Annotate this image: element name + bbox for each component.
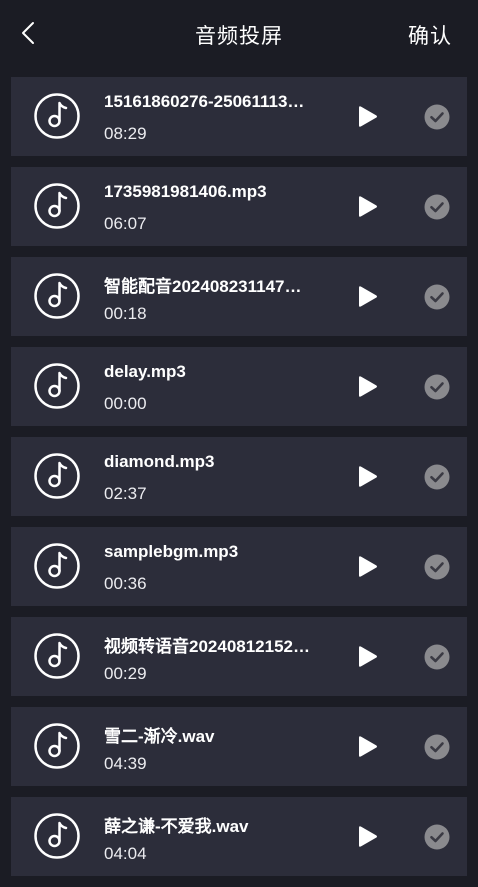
track-duration: 04:04 bbox=[104, 844, 147, 863]
check-circle-icon[interactable] bbox=[424, 554, 450, 580]
check-circle-icon[interactable] bbox=[424, 284, 450, 310]
music-note-icon bbox=[33, 272, 81, 320]
track-name: 1735981981406.mp3 bbox=[104, 182, 267, 201]
check-circle-icon[interactable] bbox=[424, 374, 450, 400]
play-icon[interactable] bbox=[354, 104, 380, 130]
audio-list: 15161860276-25061113… 08:29 1735981981406.… bbox=[11, 77, 467, 887]
confirm-button[interactable]: 确认 bbox=[408, 20, 452, 50]
top-bar: 音频投屏 确认 bbox=[0, 0, 478, 68]
track-duration: 00:18 bbox=[104, 304, 147, 323]
check-circle-icon[interactable] bbox=[424, 464, 450, 490]
track-name: 视频转语音20240812152… bbox=[104, 637, 311, 656]
track-duration: 00:00 bbox=[104, 394, 147, 413]
track-name: 15161860276-25061113… bbox=[104, 92, 305, 111]
track-duration: 06:07 bbox=[104, 214, 147, 233]
check-circle-icon[interactable] bbox=[424, 824, 450, 850]
check-circle-icon[interactable] bbox=[424, 104, 450, 130]
music-note-icon bbox=[33, 182, 81, 230]
list-item[interactable]: 薛之谦-不爱我.wav 04:04 bbox=[11, 797, 467, 876]
music-note-icon bbox=[33, 452, 81, 500]
play-icon[interactable] bbox=[354, 644, 380, 670]
list-item[interactable]: 1735981981406.mp3 06:07 bbox=[11, 167, 467, 246]
check-circle-icon[interactable] bbox=[424, 734, 450, 760]
play-icon[interactable] bbox=[354, 284, 380, 310]
list-item[interactable]: delay.mp3 00:00 bbox=[11, 347, 467, 426]
track-name: 雪二-渐冷.wav bbox=[104, 727, 215, 746]
play-icon[interactable] bbox=[354, 464, 380, 490]
track-name: 智能配音202408231147… bbox=[104, 277, 302, 296]
list-item[interactable]: 雪二-渐冷.wav 04:39 bbox=[11, 707, 467, 786]
track-duration: 00:36 bbox=[104, 574, 147, 593]
check-circle-icon[interactable] bbox=[424, 644, 450, 670]
list-item[interactable]: diamond.mp3 02:37 bbox=[11, 437, 467, 516]
track-duration: 08:29 bbox=[104, 124, 147, 143]
music-note-icon bbox=[33, 362, 81, 410]
play-icon[interactable] bbox=[354, 374, 380, 400]
track-name: delay.mp3 bbox=[104, 362, 186, 381]
list-item[interactable]: 15161860276-25061113… 08:29 bbox=[11, 77, 467, 156]
page-title: 音频投屏 bbox=[195, 25, 283, 48]
check-circle-icon[interactable] bbox=[424, 194, 450, 220]
play-icon[interactable] bbox=[354, 734, 380, 760]
track-duration: 04:39 bbox=[104, 754, 147, 773]
track-name: diamond.mp3 bbox=[104, 452, 215, 471]
music-note-icon bbox=[33, 812, 81, 860]
list-item[interactable]: 视频转语音20240812152… 00:29 bbox=[11, 617, 467, 696]
play-icon[interactable] bbox=[354, 554, 380, 580]
music-note-icon bbox=[33, 92, 81, 140]
play-icon[interactable] bbox=[354, 824, 380, 850]
play-icon[interactable] bbox=[354, 194, 380, 220]
list-item[interactable]: 智能配音202408231147… 00:18 bbox=[11, 257, 467, 336]
music-note-icon bbox=[33, 632, 81, 680]
track-name: samplebgm.mp3 bbox=[104, 542, 239, 561]
track-duration: 00:29 bbox=[104, 664, 147, 683]
track-name: 薛之谦-不爱我.wav bbox=[104, 817, 249, 836]
music-note-icon bbox=[33, 722, 81, 770]
music-note-icon bbox=[33, 542, 81, 590]
track-duration: 02:37 bbox=[104, 484, 147, 503]
list-item[interactable]: samplebgm.mp3 00:36 bbox=[11, 527, 467, 606]
